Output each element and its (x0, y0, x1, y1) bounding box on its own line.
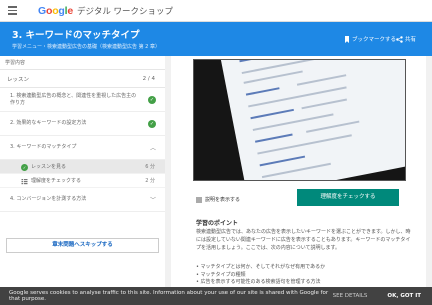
lesson-header: 3. キーワードのマッチタイプ 学習メニュー・検索連動型広告の基礎（検索連動型広… (0, 22, 432, 56)
video-thumbnail (219, 60, 405, 180)
share-icon (396, 35, 403, 43)
duration: 2 分 (145, 178, 155, 184)
google-logo: Google (38, 4, 73, 17)
lessons-count: 2 / 4 (142, 75, 155, 82)
lesson-item-4[interactable]: 4. コンバージョンを計測する方法 ﹀ (0, 188, 165, 212)
main-content: 説明を表示する 理解度をチェックする 学習のポイント 検索連動型広告では、あなた… (171, 56, 426, 305)
duration: 6 分 (145, 164, 155, 170)
check-icon: ✓ (148, 95, 156, 104)
bookmark-label: ブックマークする (352, 37, 397, 43)
share-button[interactable]: 共有 (396, 35, 416, 43)
share-label: 共有 (405, 37, 417, 43)
skip-to-quiz-button[interactable]: 章末問題へスキップする (6, 238, 159, 253)
lesson-item-3[interactable]: 3. キーワードのマッチタイプ ︿ (0, 136, 165, 160)
lesson-item-label: 3. キーワードのマッチタイプ (10, 144, 77, 150)
lesson-item-label: 2. 効果的なキーワードの設定方法 (10, 120, 87, 126)
sidebar-section-label: 学習内容 (0, 56, 165, 70)
bookmark-icon (345, 35, 349, 43)
list-item: • マッチタイプとは何か、そしてそれがなぜ有用であるか (196, 264, 326, 270)
lesson-item-label: 1. 検索連動型広告の概念と、関連性を重視した広告主の作り方 (10, 92, 137, 106)
sub-item-watch-lesson[interactable]: ✓ レッスンを見る 6 分 (0, 160, 165, 174)
lesson-item-1[interactable]: 1. 検索連動型広告の概念と、関連性を重視した広告主の作り方 ✓ (0, 88, 165, 112)
key-points-title: 学習のポイント (196, 220, 239, 227)
sidebar: 学習内容 レッスン 2 / 4 1. 検索連動型広告の概念と、関連性を重視した広… (0, 56, 165, 305)
lesson-item-label: 4. コンバージョンを計測する方法 (10, 196, 87, 202)
lessons-header: レッスン 2 / 4 (0, 70, 165, 88)
lessons-label: レッスン (7, 76, 30, 83)
show-description-link[interactable]: 説明を表示する (196, 196, 240, 203)
chevron-up-icon: ︿ (149, 145, 156, 152)
list-item: • マッチタイプの種類 (196, 271, 246, 278)
chevron-down-icon: ﹀ (149, 197, 156, 204)
page-title: 3. キーワードのマッチタイプ (12, 30, 140, 41)
check-understanding-button[interactable]: 理解度をチェックする (297, 189, 399, 206)
check-icon: ✓ (21, 164, 28, 171)
cookie-message: Google serves cookies to analyse traffic… (9, 290, 329, 302)
lesson-item-2[interactable]: 2. 効果的なキーワードの設定方法 ✓ (0, 112, 165, 136)
ok-got-it-button[interactable]: OK, GOT IT (387, 293, 421, 299)
quiz-icon (21, 179, 28, 185)
key-points-list: • マッチタイプとは何か、そしてそれがなぜ有用であるか • マッチタイプの種類 … (196, 264, 411, 287)
bookmark-button[interactable]: ブックマークする (344, 35, 396, 43)
brand-subtitle: デジタル ワークショップ (76, 6, 174, 17)
sub-item-label: 理解度をチェックする (31, 178, 82, 184)
check-icon: ✓ (148, 119, 156, 128)
list-icon (196, 197, 202, 202)
see-details-link[interactable]: SEE DETAILS (333, 293, 368, 299)
cookie-banner: Google serves cookies to analyse traffic… (0, 287, 432, 305)
video-player[interactable] (193, 59, 406, 181)
top-bar: Google デジタル ワークショップ (0, 0, 432, 22)
hamburger-menu-icon[interactable] (0, 0, 24, 22)
key-points-body: 検索連動型広告では、あなたの広告を表示したいキーワードを選ぶことができます。しか… (196, 229, 411, 251)
sub-item-check-understanding[interactable]: 理解度をチェックする 2 分 (0, 174, 165, 188)
sub-item-label: レッスンを見る (31, 164, 67, 170)
breadcrumb[interactable]: 学習メニュー・検索連動型広告の基礎（検索連動型広告 第 2 章） (12, 43, 160, 50)
brand[interactable]: Google デジタル ワークショップ (38, 5, 173, 17)
list-item: • 広告を表示する可能性のある検索語句を管理する方法 (196, 279, 321, 285)
